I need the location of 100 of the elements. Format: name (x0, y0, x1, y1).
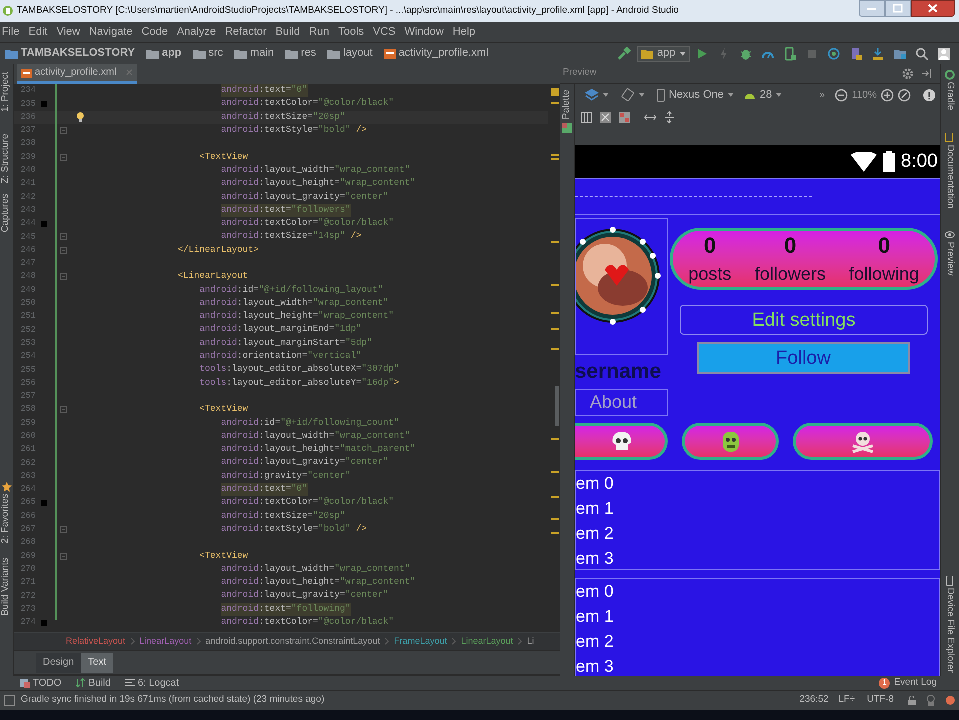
tab-button[interactable] (682, 423, 779, 460)
tool-window-tab[interactable]: Gradle (942, 82, 958, 111)
fold-icon[interactable] (60, 526, 66, 533)
editor-mode-tab[interactable]: Text (81, 652, 114, 672)
menu-item[interactable]: Refactor (225, 24, 267, 40)
fold-icon[interactable] (60, 154, 66, 161)
phone-icon[interactable] (945, 576, 955, 586)
breadcrumb-item[interactable]: layout (327, 45, 373, 62)
sync-icon[interactable] (827, 46, 841, 60)
expand-horizontal-icon[interactable] (644, 114, 657, 120)
menu-item[interactable]: Window (404, 24, 444, 40)
tool-window-tab[interactable]: Documentation (942, 144, 958, 208)
minimize-button[interactable] (859, 0, 885, 17)
menu-item[interactable]: Navigate (89, 24, 133, 40)
device-dropdown[interactable]: Nexus One (657, 86, 734, 104)
tool-window-tab[interactable]: 2: Favorites (0, 494, 14, 544)
breadcrumb-item[interactable]: main (234, 45, 274, 62)
tool-window-tab[interactable]: Z: Structure (0, 134, 14, 184)
menu-item[interactable]: Run (309, 24, 330, 40)
constraints-icon[interactable] (600, 112, 611, 122)
download-icon[interactable] (871, 46, 885, 60)
fold-icon[interactable] (60, 246, 66, 254)
breadcrumb-item[interactable]: LinearLayout (461, 634, 514, 648)
hammer-icon[interactable] (617, 46, 631, 60)
tool-window-tab[interactable]: 1: Project (0, 72, 14, 112)
fold-icon[interactable] (60, 127, 66, 134)
event-log-button[interactable]: 1 Event Log (879, 676, 937, 690)
file-encoding[interactable]: UTF-8 (867, 693, 894, 708)
edit-settings-button[interactable]: Edit settings (680, 305, 928, 335)
clear-constraints-icon[interactable] (619, 112, 630, 122)
star-icon[interactable] (2, 482, 12, 492)
tab-button[interactable] (575, 423, 668, 460)
tool-window-tab[interactable]: Build Variants (0, 558, 14, 616)
breadcrumb-item[interactable]: FrameLayout (394, 634, 448, 648)
tool-window-tab[interactable]: Device File Explorer (942, 588, 958, 674)
zoom-in-icon[interactable] (881, 88, 894, 102)
maximize-button[interactable] (885, 0, 911, 17)
panel-toggle-icon[interactable] (4, 695, 15, 706)
file-tab[interactable]: activity_profile.xml (17, 64, 137, 84)
menu-item[interactable]: Help (452, 24, 476, 40)
layers-icon[interactable] (585, 89, 599, 101)
overflow-menu[interactable]: » (820, 88, 826, 102)
editor-mode-tab[interactable]: Design (36, 652, 82, 672)
api-level-dropdown[interactable]: 28 (744, 86, 782, 104)
warning-icon[interactable] (923, 88, 936, 102)
tool-window-button[interactable]: 6: Logcat (124, 676, 180, 690)
line-separator[interactable]: LF÷ (838, 693, 856, 708)
follow-button[interactable]: Follow (697, 342, 910, 374)
fold-icon[interactable] (60, 406, 66, 414)
run-icon[interactable] (695, 46, 709, 60)
search-icon[interactable] (915, 46, 929, 60)
tab-button[interactable] (793, 423, 933, 460)
caret-icon[interactable] (639, 93, 645, 97)
tool-window-button[interactable]: Build (76, 676, 111, 690)
device-icon[interactable] (849, 46, 863, 60)
breadcrumb-item[interactable]: TAMBAKSELOSTORY (5, 45, 136, 62)
menu-item[interactable]: View (56, 24, 80, 40)
breadcrumb-item[interactable]: LinearLayout (140, 634, 192, 648)
breadcrumb-item[interactable]: app (146, 45, 182, 62)
breadcrumb-item[interactable]: activity_profile.xml (384, 45, 489, 62)
breadcrumb-item[interactable]: res (285, 45, 316, 62)
hide-panel-icon[interactable] (922, 69, 932, 78)
fold-icon[interactable] (60, 273, 66, 280)
palette-icon[interactable] (562, 122, 572, 133)
tool-window-tab[interactable]: Preview (942, 242, 958, 276)
user-icon[interactable] (937, 46, 951, 60)
rotate-icon[interactable] (621, 88, 635, 102)
fold-icon[interactable] (60, 552, 66, 560)
breadcrumb-item[interactable]: android.support.constraint.ConstraintLayout (206, 634, 380, 648)
error-icon[interactable] (946, 696, 955, 705)
lightbulb-icon[interactable] (76, 112, 85, 123)
close-button[interactable] (911, 0, 955, 17)
zoom-out-icon[interactable] (835, 88, 848, 102)
tool-window-tab[interactable]: Captures (0, 194, 14, 232)
menu-item[interactable]: Code (142, 24, 168, 40)
breadcrumb-item[interactable]: Li (527, 634, 534, 648)
line-number: 245 (20, 230, 36, 244)
document-icon[interactable] (945, 132, 955, 143)
menu-item[interactable]: Tools (338, 24, 364, 40)
expand-vertical-icon[interactable] (665, 110, 674, 124)
caret-position[interactable]: 236:52 (800, 693, 829, 708)
phone-icon[interactable] (783, 46, 797, 60)
menu-item[interactable]: VCS (373, 24, 396, 40)
menu-item[interactable]: Build (276, 24, 300, 40)
lock-icon[interactable] (908, 696, 916, 705)
eye-icon[interactable] (945, 230, 955, 240)
gradle-icon[interactable] (945, 70, 955, 80)
settings-icon[interactable] (902, 68, 914, 80)
fold-icon[interactable] (60, 233, 66, 240)
breadcrumb-item[interactable]: RelativeLayout (66, 634, 126, 648)
menu-item[interactable]: Edit (28, 24, 48, 40)
menu-item[interactable]: Analyze (177, 24, 216, 40)
zoom-fit-icon[interactable] (898, 88, 911, 102)
caret-icon[interactable] (603, 93, 609, 97)
menu-item[interactable]: File (2, 24, 20, 40)
run-configuration-dropdown[interactable]: app (637, 46, 690, 62)
columns-icon[interactable] (581, 112, 592, 122)
tool-window-tab[interactable]: Palette (560, 90, 574, 120)
breadcrumb-item[interactable]: src (192, 45, 224, 62)
inspector-icon[interactable] (926, 695, 936, 706)
